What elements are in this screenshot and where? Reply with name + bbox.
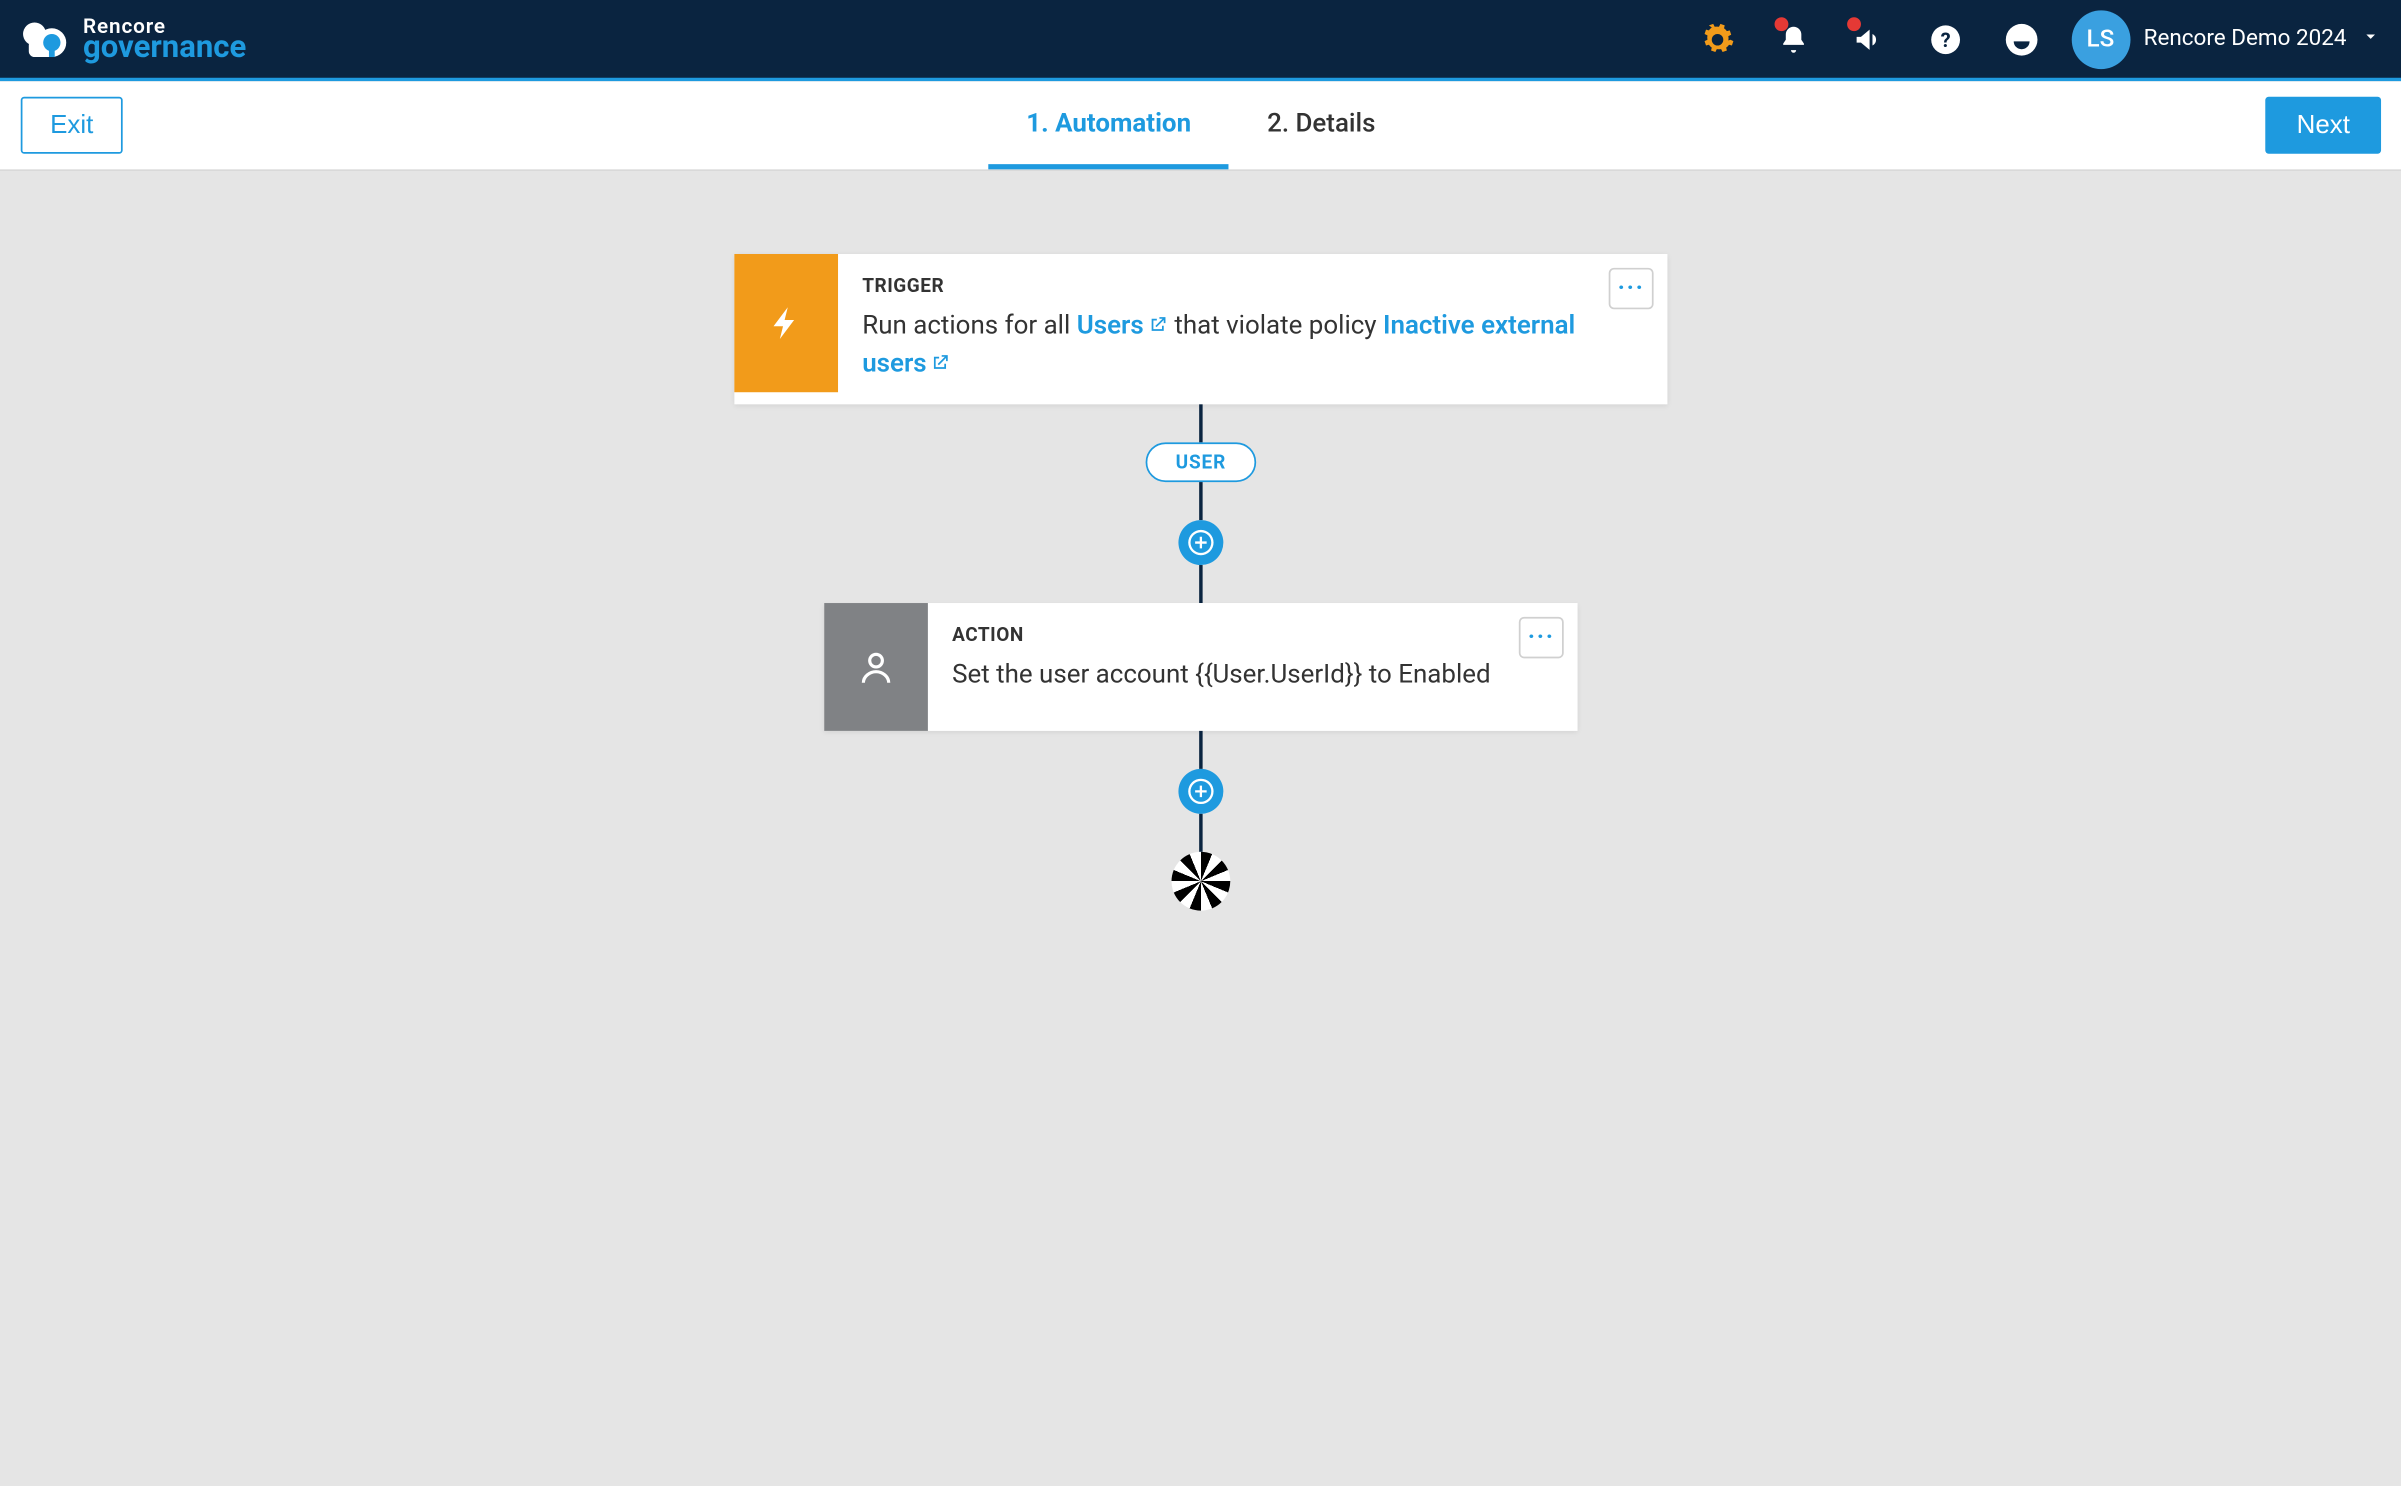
end-flag-icon: [1172, 852, 1231, 911]
trigger-label: TRIGGER: [862, 275, 1643, 297]
connector-line: [1199, 565, 1202, 603]
help-icon[interactable]: ?: [1919, 13, 1971, 65]
wizard-bar: Exit 1. Automation 2. Details Next: [0, 81, 2401, 171]
brand-logo-area[interactable]: Rencore governance: [14, 13, 246, 65]
external-link-icon: [1147, 309, 1168, 345]
svg-text:?: ?: [1940, 27, 1950, 51]
action-description: Set the user account {{User.UserId}} to …: [952, 657, 1553, 693]
user-icon: [824, 603, 928, 731]
trigger-card[interactable]: ··· TRIGGER Run actions for all Users th…: [734, 254, 1667, 404]
trigger-menu-button[interactable]: ···: [1609, 268, 1654, 309]
tenant-name: Rencore Demo 2024: [2144, 26, 2347, 52]
logo-icon: [14, 13, 73, 65]
add-step-button[interactable]: [1178, 769, 1223, 814]
step-details[interactable]: 2. Details: [1229, 81, 1413, 169]
add-step-button[interactable]: [1178, 520, 1223, 565]
top-navbar: Rencore governance ? LS Rencore Demo 202…: [0, 0, 2401, 81]
brand-line2: governance: [83, 32, 246, 63]
next-button[interactable]: Next: [2266, 97, 2381, 154]
exit-button[interactable]: Exit: [21, 97, 123, 154]
trigger-description: Run actions for all Users that violate p…: [862, 308, 1643, 384]
gear-icon[interactable]: [1691, 13, 1743, 65]
avatar: LS: [2071, 10, 2130, 69]
external-link-icon: [930, 347, 951, 383]
action-label: ACTION: [952, 624, 1553, 646]
chevron-down-icon: [2360, 25, 2381, 53]
bell-icon[interactable]: [1767, 13, 1819, 65]
feedback-icon[interactable]: [1995, 13, 2047, 65]
connector-line: [1199, 404, 1202, 442]
connector-line: [1199, 482, 1202, 520]
action-card[interactable]: ··· ACTION Set the user account {{User.U…: [824, 603, 1577, 731]
connector-line: [1199, 814, 1202, 852]
wizard-steps: 1. Automation 2. Details: [988, 81, 1413, 169]
connector-line: [1199, 731, 1202, 769]
lightning-icon: [734, 254, 838, 392]
flow-canvas: ··· TRIGGER Run actions for all Users th…: [0, 171, 2401, 1486]
megaphone-icon[interactable]: [1843, 13, 1895, 65]
trigger-link-users[interactable]: Users: [1077, 309, 1168, 340]
context-pill[interactable]: USER: [1146, 442, 1255, 482]
tenant-switcher[interactable]: LS Rencore Demo 2024: [2071, 10, 2381, 69]
step-automation[interactable]: 1. Automation: [988, 81, 1229, 169]
action-menu-button[interactable]: ···: [1519, 617, 1564, 658]
nav-right: ? LS Rencore Demo 2024: [1691, 10, 2381, 69]
